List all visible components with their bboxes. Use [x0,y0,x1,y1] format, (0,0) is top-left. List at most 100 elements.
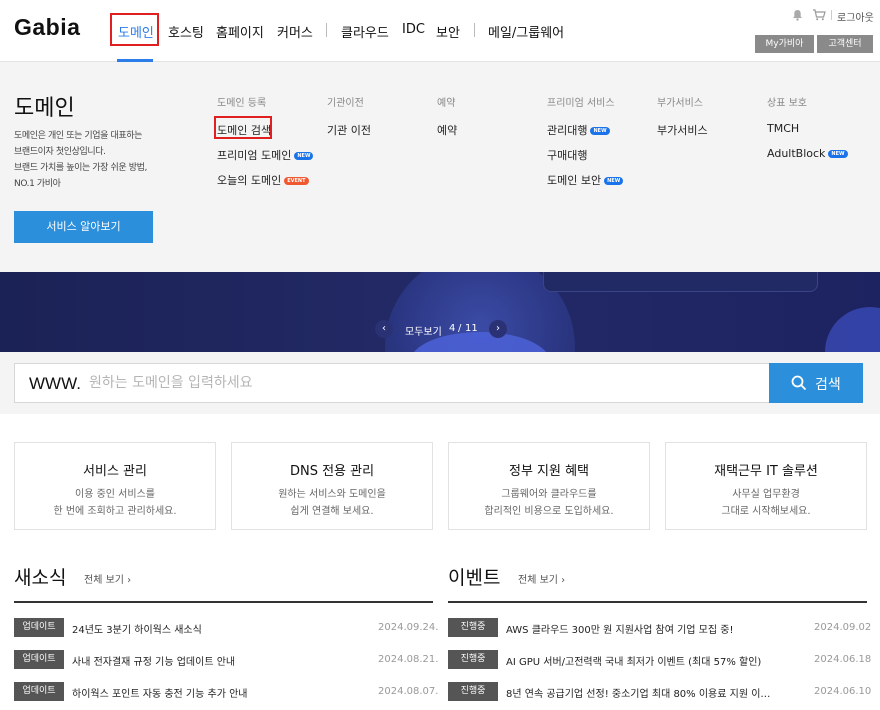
nav-domain-highlight [110,13,159,46]
chevron-right-icon: › [561,575,566,586]
menu-item-today-domain[interactable]: 오늘의 도메인 EVENT [217,172,309,188]
gabia-logo[interactable]: Gabia [14,14,80,41]
card-description: 그룹웨어와 클라우드를 합리적인 비용으로 도입하세요. [484,489,614,517]
event-row[interactable]: 진행중 8년 연속 공급기업 선정! 중소기업 최대 80% 이용료 지원 이…… [448,682,872,702]
www-prefix: WWW. [29,374,81,393]
chevron-right-icon: › [127,575,132,586]
domain-search-bar: WWW. 검색 [0,352,880,414]
logout-link[interactable]: 로그아웃 [837,9,874,24]
cart-icon[interactable] [812,9,826,21]
chevron-right-icon[interactable]: › [489,320,507,338]
banner-pager: ‹ 모두보기 4 / 11 › [375,320,507,340]
card-title: 서비스 관리 [83,464,147,479]
chevron-left-icon[interactable]: ‹ [375,320,393,338]
event-row-date: 2024.09.02 [814,622,872,633]
menu-item-tmch[interactable]: TMCH [767,122,799,135]
nav-hosting[interactable]: 호스팅 [168,22,204,41]
bell-icon[interactable] [792,9,803,21]
menu-item-premium-domain[interactable]: 프리미엄 도메인 NEW [217,147,314,163]
nav-commerce[interactable]: 커머스 [277,22,313,41]
customer-center-button[interactable]: 고객센터 [817,35,873,53]
card-title: 정부 지원 혜택 [508,464,590,479]
menu-item-management-agency[interactable]: 관리대행 NEW [547,122,610,138]
update-tag: 업데이트 [14,618,64,637]
update-tag: 업데이트 [14,682,64,701]
card-title: DNS 전용 관리 [289,464,375,479]
service-info-button[interactable]: 서비스 알아보기 [14,211,153,243]
nav-cloud[interactable]: 클라우드 [341,22,389,41]
menu-heading-addon: 부가서비스 [657,98,703,109]
page: Gabia 도메인 호스팅 홈페이지 커머스 클라우드 IDC 보안 메일/그룹… [0,0,880,710]
pager-total: 11 [465,323,478,334]
menu-item-reserve[interactable]: 예약 [437,122,457,138]
news-row[interactable]: 업데이트 24년도 3분기 하이웍스 새소식 2024.09.24. [14,618,438,638]
view-all-label: 전체 보기 [84,575,124,586]
event-row-title: AI GPU 서버/고전력랙 국내 최저가 이벤트 (최대 57% 할인) [506,657,762,668]
ongoing-tag: 진행중 [448,650,498,669]
menu-heading-domain-register: 도메인 등록 [217,98,267,109]
events-divider [448,601,867,603]
menu-item-label: AdultBlock [767,147,826,160]
nav-divider [474,23,475,37]
event-row[interactable]: 진행중 AI GPU 서버/고전력랙 국내 최저가 이벤트 (최대 57% 할인… [448,650,871,670]
menu-item-addon[interactable]: 부가서비스 [657,122,708,138]
domain-search-input[interactable] [89,370,749,396]
card-description: 이용 중인 서비스를 한 번에 조회하고 관리하세요. [53,489,177,517]
news-row-date: 2024.09.24. [378,622,439,633]
view-all-label: 전체 보기 [518,575,558,586]
news-row-title: 24년도 3분기 하이웍스 새소식 [72,625,202,636]
news-row-title: 하이웍스 포인트 자동 충전 기능 추가 안내 [72,689,248,700]
util-divider [831,10,832,20]
banner-graphic [543,272,818,292]
update-tag: 업데이트 [14,650,64,669]
menu-item-label: 관리대행 [547,124,588,137]
menu-item-transfer[interactable]: 기관 이전 [327,122,371,138]
new-badge: NEW [828,150,848,158]
search-field-wrapper: WWW. [14,363,770,403]
menu-item-purchase-agency[interactable]: 구매대행 [547,147,587,163]
news-row[interactable]: 업데이트 사내 전자결재 규정 기능 업데이트 안내 2024.08.21. [14,650,438,670]
card-title: 재택근무 IT 솔루션 [714,464,818,479]
card-description: 원하는 서비스와 도메인을 쉽게 연결해 보세요. [278,489,386,517]
event-badge: EVENT [284,177,309,185]
nav-security[interactable]: 보안 [436,22,460,41]
event-row[interactable]: 진행중 AWS 클라우드 300만 원 지원사업 참여 기업 모집 중! 202… [448,618,872,638]
menu-heading-premium-service: 프리미엄 서비스 [547,98,615,109]
menu-item-label: 오늘의 도메인 [217,174,282,187]
news-row[interactable]: 업데이트 하이웍스 포인트 자동 충전 기능 추가 안내 2024.08.07. [14,682,438,702]
new-badge: NEW [604,177,624,185]
menu-item-label: 프리미엄 도메인 [217,149,292,162]
news-row-title: 사내 전자결재 규정 기능 업데이트 안내 [72,657,236,668]
card-government-support[interactable]: 정부 지원 혜택 그룹웨어와 클라우드를 합리적인 비용으로 도입하세요. [448,442,650,530]
hero-banner[interactable]: ‹ 모두보기 4 / 11 › [0,272,880,352]
nav-idc[interactable]: IDC [402,22,425,37]
menu-item-adultblock[interactable]: AdultBlock NEW [767,147,848,160]
ongoing-tag: 진행중 [448,682,498,701]
pager-separator: / [458,323,462,334]
nav-divider [326,23,327,37]
event-row-date: 2024.06.10 [814,686,872,697]
mega-menu-description: 도메인은 개인 또는 기업을 대표하는 브랜드이자 첫인상입니다. 브랜드 가치… [14,131,147,189]
search-button[interactable]: 검색 [769,363,863,403]
pager-current: 4 [449,323,456,334]
new-badge: NEW [590,127,610,135]
domain-search-highlight [214,116,272,139]
my-gabia-button[interactable]: My가비아 [755,35,814,53]
menu-item-label: 도메인 보안 [547,174,602,187]
nav-homepage[interactable]: 홈페이지 [216,22,264,41]
menu-heading-trademark: 상표 보호 [767,98,807,109]
news-view-all-link[interactable]: 전체 보기 › [84,571,131,586]
menu-heading-transfer: 기관이전 [327,98,364,109]
event-row-title: AWS 클라우드 300만 원 지원사업 참여 기업 모집 중! [506,625,734,636]
view-all-link[interactable]: 모두보기 [405,323,442,338]
card-remote-work[interactable]: 재택근무 IT 솔루션 사무실 업무환경 그대로 시작해보세요. [665,442,867,530]
menu-item-domain-security[interactable]: 도메인 보안 NEW [547,172,624,188]
card-service-management[interactable]: 서비스 관리 이용 중인 서비스를 한 번에 조회하고 관리하세요. [14,442,216,530]
search-icon [791,375,807,391]
events-view-all-link[interactable]: 전체 보기 › [518,571,565,586]
banner-graphic [825,307,880,352]
nav-mail-groupware[interactable]: 메일/그룹웨어 [488,22,564,41]
card-dns-management[interactable]: DNS 전용 관리 원하는 서비스와 도메인을 쉽게 연결해 보세요. [231,442,433,530]
new-badge: NEW [294,152,314,160]
mega-menu-title: 도메인 [14,96,75,121]
